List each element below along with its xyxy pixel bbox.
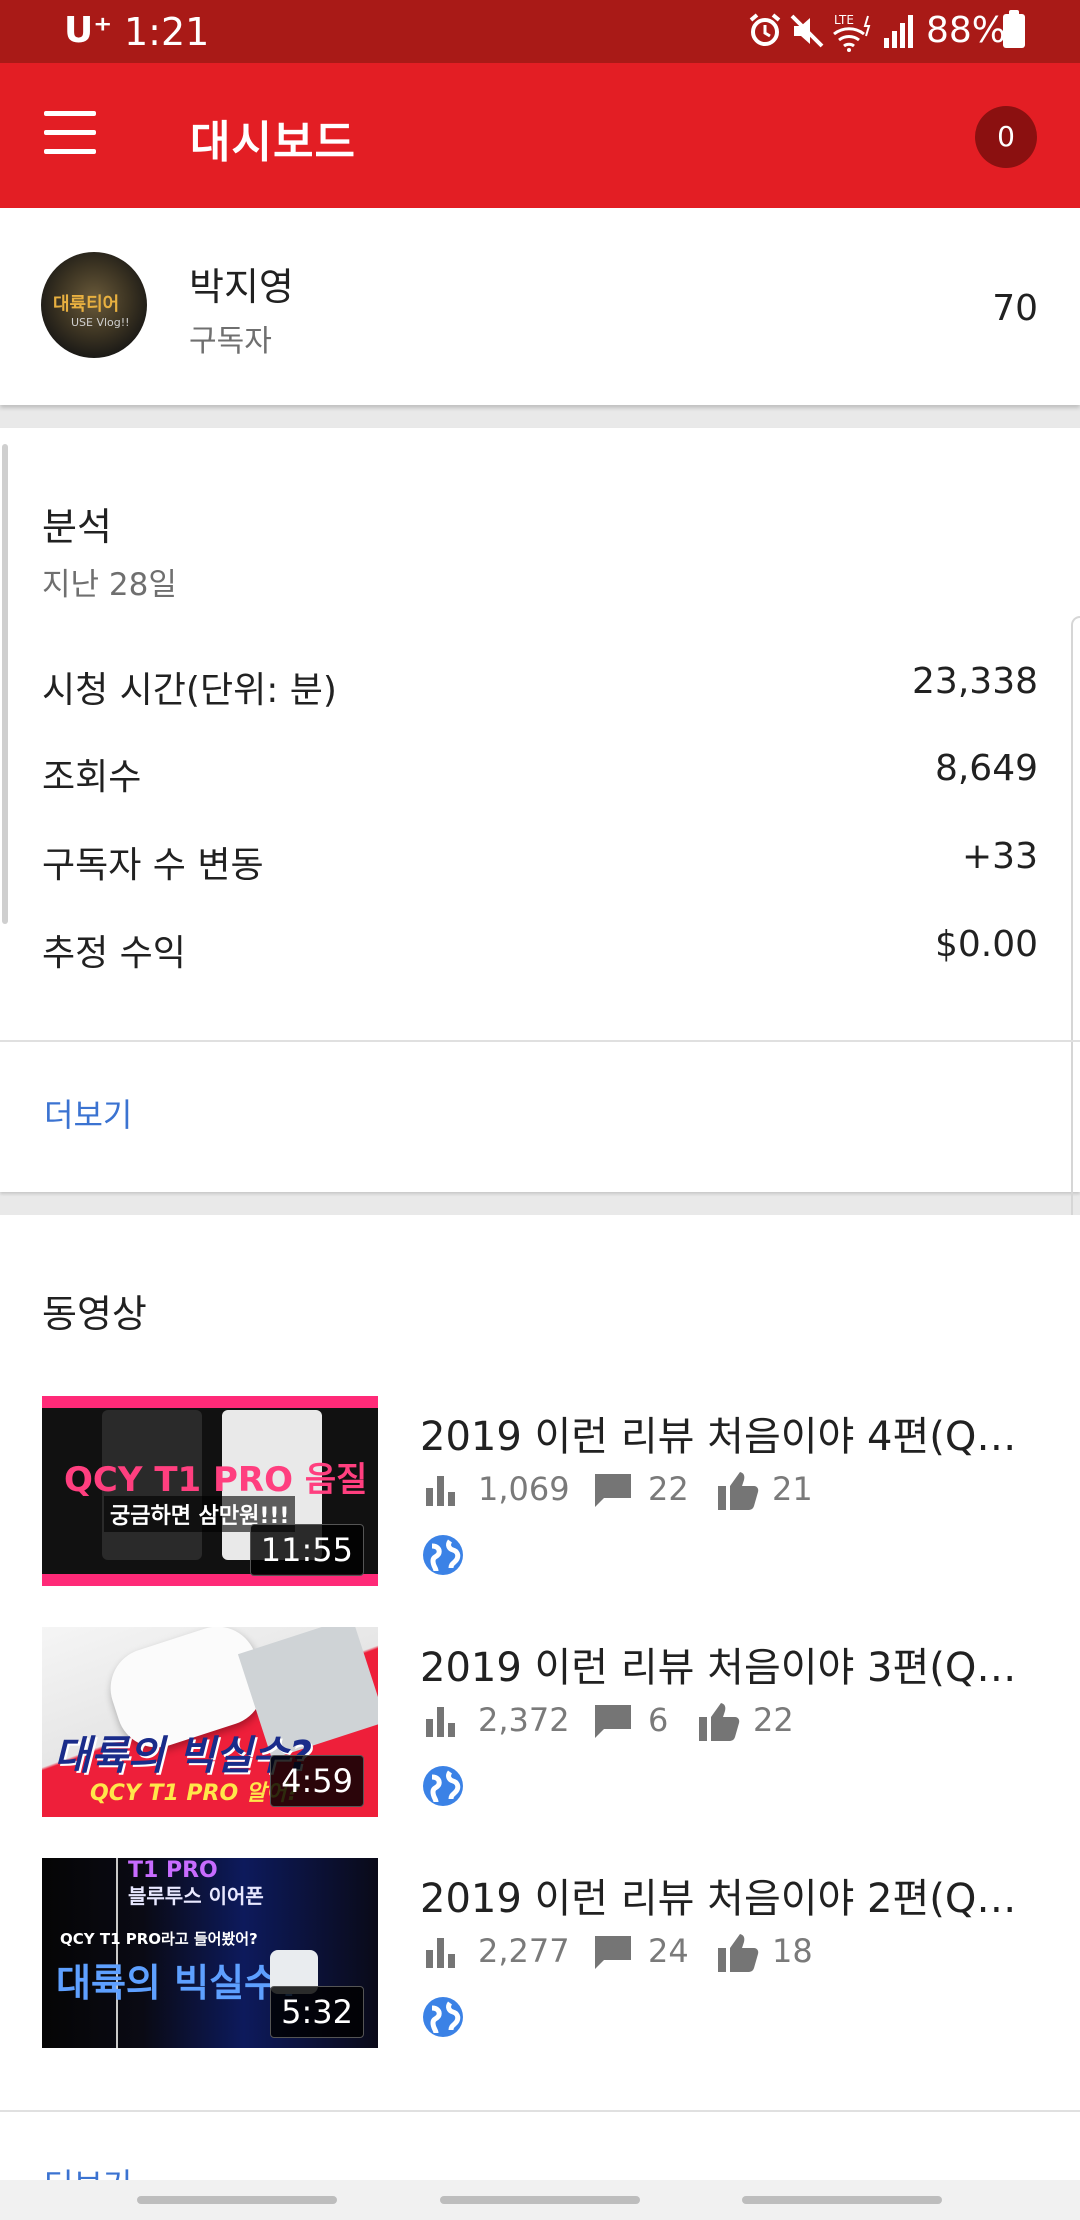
battery-icon	[1003, 10, 1025, 48]
carrier-label: U⁺	[64, 10, 113, 51]
edge-panel-handle[interactable]	[1071, 616, 1080, 1228]
video-title: 2019 이런 리뷰 처음이야 4편(QCY T1 PRO)	[420, 1414, 1040, 1460]
scroll-indicator	[2, 444, 8, 924]
metric-label-watch-time: 시청 시간(단위: 분)	[42, 670, 337, 711]
thumbnail-subtext: QCY T1 PRO 알어?	[90, 1781, 300, 1806]
avatar: 대륙티어 USE Vlog!!	[41, 252, 147, 358]
comment-count: 22	[648, 1470, 689, 1508]
views-stat: 1,069	[422, 1468, 572, 1512]
analytics-more-link[interactable]: 더보기	[44, 1090, 132, 1136]
mute-icon	[790, 14, 824, 48]
views-icon	[426, 1938, 455, 1968]
metric-label-subscriber-change: 구독자 수 변동	[42, 845, 264, 886]
channel-card[interactable]: 대륙티어 USE Vlog!! 박지영 구독자 70	[0, 208, 1080, 405]
status-bar: U⁺ 1:21 LTE 88%	[0, 0, 1080, 63]
video-title: 2019 이런 리뷰 처음이야 2편(QCY T1 PRO)	[420, 1876, 1040, 1922]
wifi-icon: LTE	[833, 13, 871, 52]
analytics-period: 지난 28일	[42, 567, 177, 603]
like-count: 18	[772, 1932, 813, 1970]
video-item[interactable]: 대륙의 빅실수? QCY T1 PRO 알어? 4:59 2019 이런 리뷰 …	[0, 1627, 1080, 1817]
avatar-logo-text: 대륙티어	[53, 294, 120, 315]
videos-title: 동영상	[42, 1292, 147, 1336]
notification-badge[interactable]: 0	[975, 106, 1037, 168]
divider	[0, 1040, 1080, 1042]
likes-stat: 22	[697, 1699, 807, 1743]
video-item[interactable]: T1 PRO 블루투스 이어폰 QCY T1 PRO라고 들어봤어? 대륙의 빅…	[0, 1858, 1080, 2048]
like-icon	[718, 1934, 759, 1972]
metric-value-watch-time: 23,338	[912, 661, 1038, 702]
globe-icon	[423, 1766, 463, 1806]
video-duration: 11:55	[249, 1524, 364, 1576]
comments-stat: 22	[592, 1468, 702, 1512]
analytics-card: 분석 지난 28일 시청 시간(단위: 분) 23,338 조회수 8,649 …	[0, 428, 1080, 1228]
signal-icon	[884, 15, 913, 48]
metric-value-subscriber-change: +33	[962, 836, 1038, 877]
like-count: 22	[753, 1701, 794, 1739]
metric-value-views: 8,649	[934, 748, 1038, 789]
videos-card: 동영상 QCY T1 PRO 음질 궁금하면 삼만원!!! 11:55 2019…	[0, 1215, 1080, 2220]
avatar-logo-sub: USE Vlog!!	[71, 316, 130, 329]
comment-icon	[595, 1936, 631, 1969]
nav-recents-button[interactable]	[137, 2196, 337, 2204]
nav-back-button[interactable]	[742, 2196, 942, 2204]
comment-icon	[595, 1705, 631, 1738]
metric-label-views: 조회수	[42, 757, 142, 798]
svg-text:LTE: LTE	[834, 13, 854, 27]
divider	[0, 2110, 1080, 2112]
comment-count: 24	[648, 1932, 689, 1970]
analytics-title: 분석	[42, 505, 112, 549]
comment-icon	[595, 1474, 631, 1507]
status-time: 1:21	[124, 10, 210, 54]
view-count: 2,372	[478, 1701, 570, 1739]
likes-stat: 21	[716, 1468, 826, 1512]
subscriber-count: 70	[992, 288, 1038, 329]
views-stat: 2,372	[422, 1699, 572, 1743]
globe-icon	[423, 1535, 463, 1575]
app-bar: 대시보드 0	[0, 63, 1080, 208]
menu-icon[interactable]	[44, 111, 96, 155]
metric-label-revenue: 추정 수익	[42, 933, 186, 974]
like-icon	[718, 1472, 759, 1510]
globe-icon	[423, 1997, 463, 2037]
channel-name: 박지영	[189, 265, 294, 309]
comment-count: 6	[648, 1701, 669, 1739]
video-duration: 5:32	[270, 1986, 364, 2038]
video-title: 2019 이런 리뷰 처음이야 3편(QCY T1 PRO)	[420, 1645, 1040, 1691]
video-item[interactable]: QCY T1 PRO 음질 궁금하면 삼만원!!! 11:55 2019 이런 …	[0, 1396, 1080, 1586]
comments-stat: 24	[592, 1930, 702, 1974]
comments-stat: 6	[592, 1699, 682, 1743]
view-count: 2,277	[478, 1932, 570, 1970]
thumbnail-toptext-2: 블루투스 이어폰	[128, 1884, 264, 1908]
video-thumbnail[interactable]: 대륙의 빅실수? QCY T1 PRO 알어? 4:59	[42, 1627, 378, 1817]
video-duration: 4:59	[270, 1755, 364, 1807]
views-icon	[426, 1476, 455, 1506]
metric-value-revenue: $0.00	[934, 924, 1038, 965]
nav-home-button[interactable]	[440, 2196, 640, 2204]
video-thumbnail[interactable]: QCY T1 PRO 음질 궁금하면 삼만원!!! 11:55	[42, 1396, 378, 1586]
battery-percent: 88%	[926, 10, 1007, 51]
navigation-bar	[0, 2180, 1080, 2220]
video-thumbnail[interactable]: T1 PRO 블루투스 이어폰 QCY T1 PRO라고 들어봤어? 대륙의 빅…	[42, 1858, 378, 2048]
thumbnail-subtext: QCY T1 PRO라고 들어봤어?	[60, 1930, 258, 1948]
like-count: 21	[772, 1470, 813, 1508]
page-title: 대시보드	[190, 117, 356, 168]
alarm-icon	[749, 13, 781, 46]
subscriber-label: 구독자	[189, 324, 272, 359]
views-stat: 2,277	[422, 1930, 572, 1974]
thumbnail-text: 대륙의 빅실수?	[56, 1961, 302, 2005]
view-count: 1,069	[478, 1470, 570, 1508]
views-icon	[426, 1707, 455, 1737]
likes-stat: 18	[716, 1930, 826, 1974]
thumbnail-text: QCY T1 PRO 음질	[64, 1460, 368, 1500]
like-icon	[699, 1703, 740, 1741]
